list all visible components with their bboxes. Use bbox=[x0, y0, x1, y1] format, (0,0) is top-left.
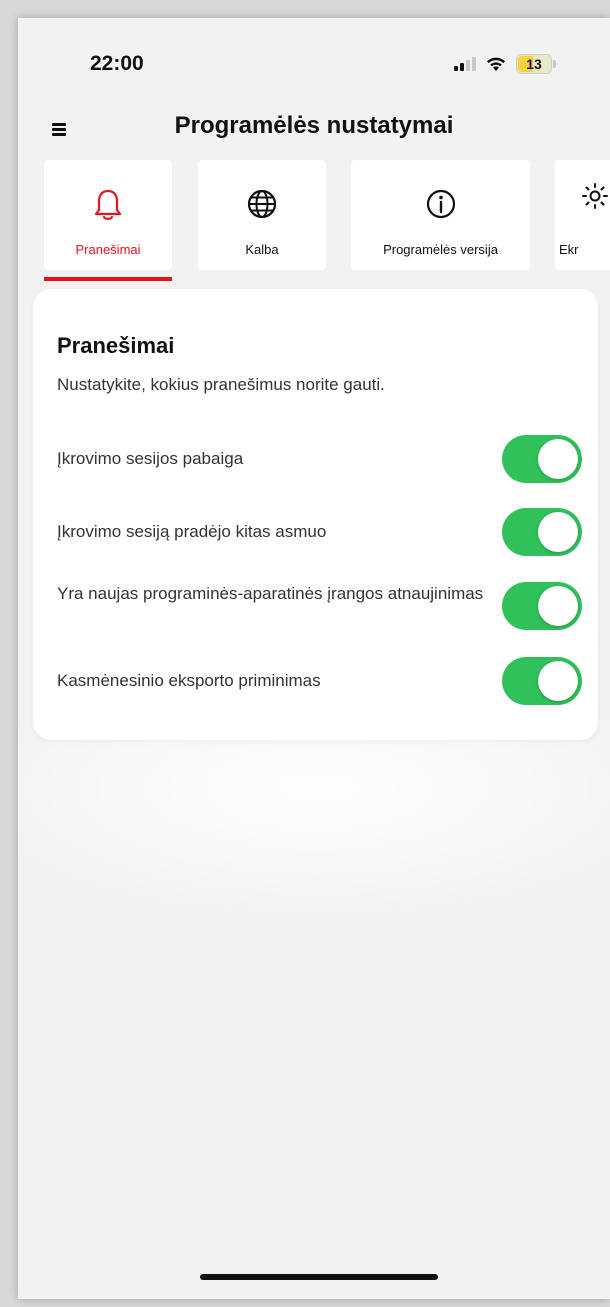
tab-label: Kalba bbox=[245, 242, 279, 257]
battery-level: 13 bbox=[526, 56, 542, 72]
tab-label: Pranešimai bbox=[75, 242, 141, 257]
settings-tabs: Pranešimai Kalba Programėlės versija Ekr bbox=[18, 160, 610, 281]
page-title: Programėlės nustatymai bbox=[174, 112, 454, 139]
bell-icon bbox=[93, 188, 123, 227]
home-indicator[interactable] bbox=[200, 1274, 438, 1280]
status-time: 22:00 bbox=[90, 52, 144, 75]
wifi-icon bbox=[485, 56, 507, 72]
setting-row: Kasmėnesinio eksporto priminimas bbox=[57, 657, 582, 705]
tab-app-version[interactable]: Programėlės versija bbox=[351, 160, 530, 270]
device-frame: 22:00 13 Programėlės nustatymai Pranešim… bbox=[0, 0, 610, 1307]
card-description: Nustatykite, kokius pranešimus norite ga… bbox=[57, 375, 385, 394]
setting-label: Įkrovimo sesijos pabaiga bbox=[57, 449, 244, 468]
setting-toggle[interactable] bbox=[502, 435, 582, 483]
setting-toggle[interactable] bbox=[502, 657, 582, 705]
globe-icon bbox=[246, 188, 278, 225]
tab-label: Programėlės versija bbox=[383, 242, 498, 257]
setting-label: Įkrovimo sesiją pradėjo kitas asmuo bbox=[57, 522, 327, 541]
setting-row: Yra naujas programinės-aparatinės įrango… bbox=[57, 582, 582, 630]
sun-icon bbox=[581, 182, 609, 215]
battery-indicator: 13 bbox=[516, 54, 552, 74]
setting-toggle[interactable] bbox=[502, 582, 582, 630]
setting-label: Kasmėnesinio eksporto priminimas bbox=[57, 671, 321, 690]
status-icons: 13 bbox=[454, 52, 556, 76]
tab-label: Ekr bbox=[559, 242, 579, 257]
active-tab-indicator bbox=[44, 277, 172, 281]
app-header: Programėlės nustatymai bbox=[18, 110, 610, 160]
setting-row: Įkrovimo sesijos pabaiga bbox=[57, 435, 582, 483]
card-title: Pranešimai bbox=[57, 333, 175, 358]
setting-row: Įkrovimo sesiją pradėjo kitas asmuo bbox=[57, 508, 582, 556]
setting-toggle[interactable] bbox=[502, 508, 582, 556]
tab-language[interactable]: Kalba bbox=[198, 160, 326, 270]
cellular-signal-icon bbox=[454, 57, 476, 71]
tab-screen[interactable]: Ekr bbox=[555, 160, 610, 270]
setting-label: Yra naujas programinės-aparatinės įrango… bbox=[57, 584, 484, 603]
info-circle-icon bbox=[425, 188, 457, 225]
notifications-card: Pranešimai Nustatykite, kokius pranešimu… bbox=[33, 289, 598, 740]
app-screen: 22:00 13 Programėlės nustatymai Pranešim… bbox=[18, 18, 610, 1299]
tab-notifications[interactable]: Pranešimai bbox=[44, 160, 172, 270]
